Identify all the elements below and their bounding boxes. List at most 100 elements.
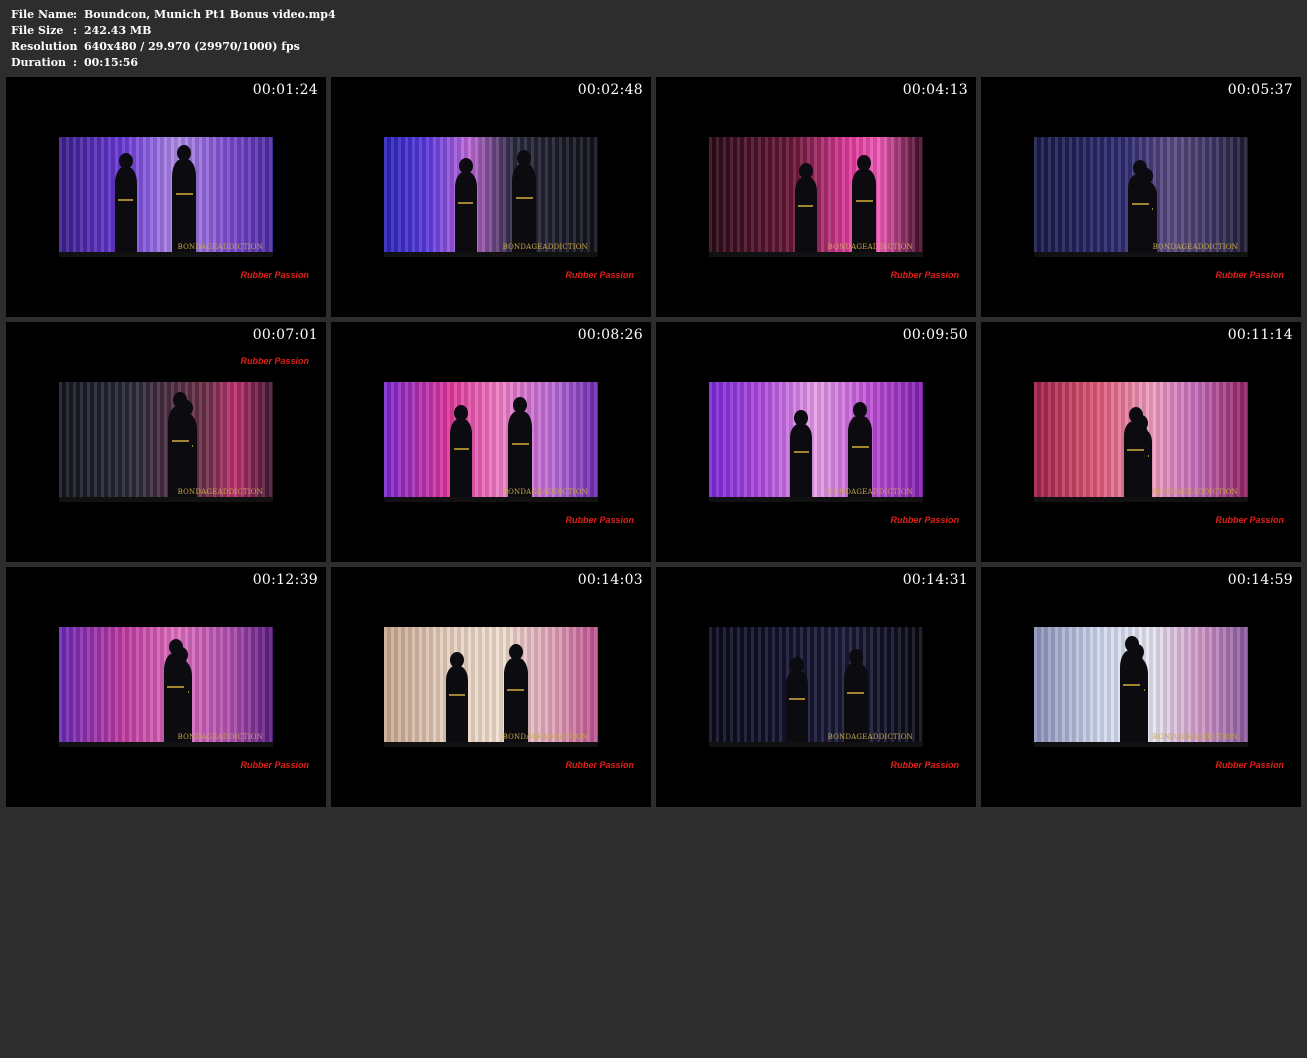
resolution-label: Resolution [11, 40, 78, 53]
rope-detail [855, 199, 873, 202]
rope-detail [515, 196, 533, 199]
brand-logo: Rubber Passion [565, 760, 634, 770]
video-frame: BONDAGEADDICTION [384, 627, 598, 747]
stage-curtain [384, 137, 598, 257]
thumbnail-timestamp: 00:12:39 [252, 572, 318, 588]
performer-silhouette [1123, 407, 1148, 502]
stage-curtain [59, 137, 273, 257]
rope-detail [789, 697, 805, 700]
stage-curtain [709, 382, 923, 502]
thumbnail-tile[interactable]: 00:08:26 BONDAGEADDICTION Rubber Passion [331, 322, 651, 562]
stage-floor [59, 497, 273, 502]
brand-logo: Rubber Passion [565, 270, 634, 280]
thumbnail-timestamp: 00:04:13 [902, 82, 968, 98]
performer-silhouette [450, 405, 473, 502]
video-frame: BONDAGEADDICTION [1034, 627, 1248, 747]
stage-curtain [384, 382, 598, 502]
thumbnail-tile[interactable]: 00:05:37 BONDAGEADDICTION Rubber Passion [981, 77, 1301, 317]
rope-detail [449, 694, 465, 697]
rope-detail [176, 193, 193, 196]
watermark-logo: BONDAGEADDICTION [827, 243, 913, 251]
video-frame: BONDAGEADDICTION [1034, 137, 1248, 257]
thumbnail-tile[interactable]: 00:14:03 BONDAGEADDICTION Rubber Passion [331, 567, 651, 807]
performer-silhouette [454, 158, 477, 257]
duration-label: Duration [11, 56, 67, 69]
watermark-logo: BONDAGEADDICTION [177, 488, 263, 496]
video-frame: BONDAGEADDICTION [1034, 382, 1248, 502]
thumbnail-timestamp: 00:14:03 [577, 572, 643, 588]
thumbnail-tile[interactable]: 00:09:50 BONDAGEADDICTION Rubber Passion [656, 322, 976, 562]
brand-logo: Rubber Passion [1215, 515, 1284, 525]
thumbnail-timestamp: 00:01:24 [252, 82, 318, 98]
thumbnail-tile[interactable]: 00:07:01 BONDAGEADDICTION Rubber Passion [6, 322, 326, 562]
performer-silhouette [114, 153, 137, 257]
separator: : [73, 24, 78, 37]
brand-logo: Rubber Passion [890, 760, 959, 770]
separator: : [73, 56, 78, 69]
stage-floor [1034, 742, 1248, 747]
rope-detail [507, 689, 525, 692]
watermark-logo: BONDAGEADDICTION [1152, 243, 1238, 251]
watermark-logo: BONDAGEADDICTION [502, 243, 588, 251]
file-name-label: File Name [11, 8, 74, 21]
video-frame: BONDAGEADDICTION [709, 137, 923, 257]
brand-logo: Rubber Passion [1215, 270, 1284, 280]
video-frame: BONDAGEADDICTION [384, 382, 598, 502]
rope-detail [167, 685, 185, 688]
stage-floor [384, 252, 598, 257]
stage-floor [59, 252, 273, 257]
stage-floor [709, 252, 923, 257]
stage-floor [384, 497, 598, 502]
rope-detail [453, 448, 470, 451]
rope-detail [511, 442, 529, 445]
rope-detail [851, 446, 869, 449]
rope-detail [797, 205, 814, 207]
thumbnail-timestamp: 00:08:26 [577, 327, 643, 343]
video-frame: BONDAGEADDICTION [59, 627, 273, 747]
stage-floor [384, 742, 598, 747]
file-info-row-size: File Size : 242.43 MB [11, 23, 336, 39]
thumbnail-tile[interactable]: 00:14:31 BONDAGEADDICTION Rubber Passion [656, 567, 976, 807]
video-frame: BONDAGEADDICTION [384, 137, 598, 257]
thumbnail-timestamp: 00:14:31 [902, 572, 968, 588]
rope-detail [793, 451, 810, 454]
thumbnail-timestamp: 00:14:59 [1227, 572, 1293, 588]
separator: : [73, 8, 78, 21]
file-size-label: File Size [11, 24, 64, 37]
brand-logo: Rubber Passion [1215, 760, 1284, 770]
watermark-logo: BONDAGEADDICTION [1152, 488, 1238, 496]
thumbnail-tile[interactable]: 00:11:14 BONDAGEADDICTION Rubber Passion [981, 322, 1301, 562]
video-frame: BONDAGEADDICTION [59, 382, 273, 502]
stage-floor [709, 497, 923, 502]
thumbnail-tile[interactable]: 00:14:59 BONDAGEADDICTION Rubber Passion [981, 567, 1301, 807]
watermark-logo: BONDAGEADDICTION [1152, 733, 1238, 741]
stage-floor [1034, 252, 1248, 257]
rope-detail [171, 439, 189, 442]
stage-floor [709, 742, 923, 747]
rope-detail [457, 201, 474, 204]
resolution-value: 640x480 / 29.970 (29970/1000) fps [84, 40, 300, 53]
thumbnail-tile[interactable]: 00:12:39 BONDAGEADDICTION Rubber Passion [6, 567, 326, 807]
video-frame: BONDAGEADDICTION [709, 382, 923, 502]
rope-detail [1131, 203, 1149, 206]
watermark-logo: BONDAGEADDICTION [177, 243, 263, 251]
video-frame: BONDAGEADDICTION [709, 627, 923, 747]
separator: : [73, 40, 78, 53]
performer-silhouette [794, 163, 817, 257]
thumbnail-tile[interactable]: 00:04:13 BONDAGEADDICTION Rubber Passion [656, 77, 976, 317]
stage-curtain [384, 627, 598, 747]
performer-silhouette [446, 652, 469, 747]
performer-silhouette [786, 657, 809, 747]
watermark-logo: BONDAGEADDICTION [827, 488, 913, 496]
file-name-value: Boundcon, Munich Pt1 Bonus video.mp4 [84, 8, 336, 21]
stage-curtain [59, 382, 273, 502]
watermark-logo: BONDAGEADDICTION [502, 488, 588, 496]
thumbnail-timestamp: 00:07:01 [252, 327, 318, 343]
brand-logo: Rubber Passion [240, 760, 309, 770]
file-info-row-resolution: Resolution : 640x480 / 29.970 (29970/100… [11, 39, 336, 55]
thumbnail-tile[interactable]: 00:01:24 BONDAGEADDICTION Rubber Passion [6, 77, 326, 317]
thumbnail-tile[interactable]: 00:02:48 BONDAGEADDICTION Rubber Passion [331, 77, 651, 317]
stage-floor [1034, 497, 1248, 502]
file-size-value: 242.43 MB [84, 24, 152, 37]
watermark-logo: BONDAGEADDICTION [177, 733, 263, 741]
